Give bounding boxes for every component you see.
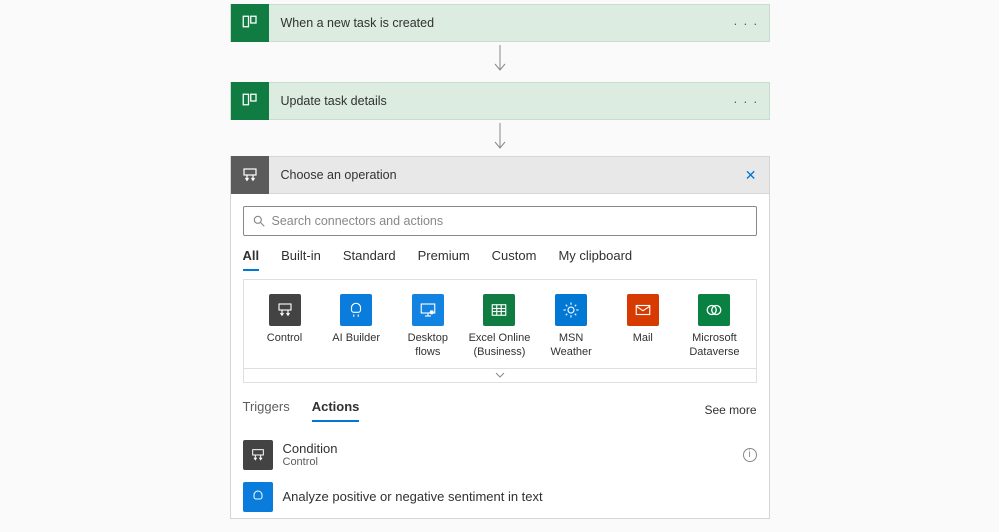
see-more-link[interactable]: See more bbox=[704, 403, 756, 417]
filter-tab-premium[interactable]: Premium bbox=[418, 248, 470, 271]
action-title: Analyze positive or negative sentiment i… bbox=[283, 489, 543, 504]
operation-panel: All Built-in Standard Premium Custom My … bbox=[230, 194, 770, 519]
control-icon bbox=[243, 440, 273, 470]
tab-triggers[interactable]: Triggers bbox=[243, 399, 290, 422]
choose-operation-header: Choose an operation ✕ bbox=[230, 156, 770, 194]
tab-actions[interactable]: Actions bbox=[312, 399, 360, 422]
action-item-analyze-sentiment[interactable]: Analyze positive or negative sentiment i… bbox=[243, 476, 757, 518]
info-icon[interactable]: i bbox=[743, 448, 757, 462]
filter-tab-standard[interactable]: Standard bbox=[343, 248, 396, 271]
flow-step-action[interactable]: Update task details · · · bbox=[230, 82, 770, 120]
connector-label: AI Builder bbox=[332, 332, 380, 346]
more-icon[interactable]: · · · bbox=[733, 94, 768, 109]
expand-connectors[interactable] bbox=[243, 369, 757, 383]
connector-msn-weather[interactable]: MSN Weather bbox=[540, 294, 602, 360]
connector-label: Desktop flows bbox=[397, 332, 459, 360]
connector-dataverse[interactable]: Microsoft Dataverse bbox=[683, 294, 745, 360]
step-title: Update task details bbox=[269, 94, 734, 108]
chevron-down-icon bbox=[495, 372, 505, 378]
action-subtitle: Control bbox=[283, 456, 338, 468]
connector-label: MSN Weather bbox=[540, 332, 602, 360]
triggers-actions-tabs: Triggers Actions See more bbox=[231, 383, 769, 422]
search-icon bbox=[252, 214, 266, 228]
filter-tab-clipboard[interactable]: My clipboard bbox=[558, 248, 632, 271]
connector-desktop-flows[interactable]: Desktop flows bbox=[397, 294, 459, 360]
connector-label: Microsoft Dataverse bbox=[683, 332, 745, 360]
action-item-condition[interactable]: Condition Control i bbox=[243, 434, 757, 476]
arrow-down-icon bbox=[493, 42, 507, 78]
ai-icon bbox=[243, 482, 273, 512]
connector-label: Excel Online (Business) bbox=[468, 332, 530, 360]
ai-icon bbox=[340, 294, 372, 326]
choose-operation-title: Choose an operation bbox=[269, 168, 745, 182]
planner-icon bbox=[231, 4, 269, 42]
search-input-wrap[interactable] bbox=[243, 206, 757, 236]
weather-icon bbox=[555, 294, 587, 326]
planner-icon bbox=[231, 82, 269, 120]
step-title: When a new task is created bbox=[269, 16, 734, 30]
desktop-icon bbox=[412, 294, 444, 326]
connector-control[interactable]: Control bbox=[254, 294, 316, 360]
flow-step-trigger[interactable]: When a new task is created · · · bbox=[230, 4, 770, 42]
connector-label: Mail bbox=[633, 332, 653, 346]
more-icon[interactable]: · · · bbox=[733, 16, 768, 31]
operation-icon bbox=[231, 156, 269, 194]
dataverse-icon bbox=[698, 294, 730, 326]
connector-label: Control bbox=[267, 332, 302, 346]
arrow-down-icon bbox=[493, 120, 507, 156]
action-title: Condition bbox=[283, 441, 338, 456]
filter-tab-builtin[interactable]: Built-in bbox=[281, 248, 321, 271]
filter-tab-custom[interactable]: Custom bbox=[492, 248, 537, 271]
close-icon[interactable]: ✕ bbox=[745, 167, 769, 184]
filter-tab-all[interactable]: All bbox=[243, 248, 260, 271]
excel-icon bbox=[483, 294, 515, 326]
connector-excel-online[interactable]: Excel Online (Business) bbox=[468, 294, 530, 360]
mail-icon bbox=[627, 294, 659, 326]
action-list: Condition Control i Analyze positive or … bbox=[231, 422, 769, 518]
search-input[interactable] bbox=[272, 214, 748, 228]
filter-tabs: All Built-in Standard Premium Custom My … bbox=[231, 244, 769, 271]
connector-mail[interactable]: Mail bbox=[612, 294, 674, 360]
control-icon bbox=[269, 294, 301, 326]
connector-ai-builder[interactable]: AI Builder bbox=[325, 294, 387, 360]
connectors-grid: Control AI Builder Desktop flows Excel O… bbox=[243, 279, 757, 369]
